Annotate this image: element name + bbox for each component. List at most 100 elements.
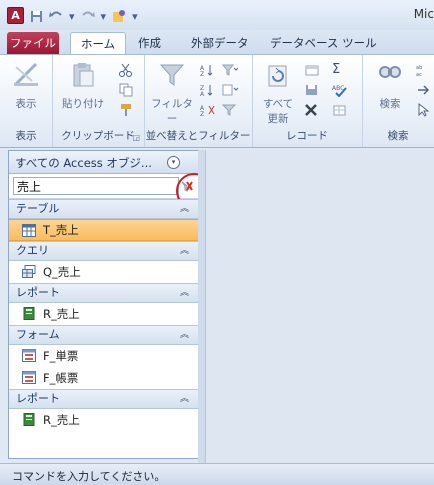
- find-button[interactable]: 検索: [370, 61, 410, 111]
- nav-item-query[interactable]: Q_売上: [9, 261, 199, 283]
- tab-database-tools[interactable]: データベース ツール: [260, 32, 387, 54]
- new-record-icon[interactable]: [304, 63, 320, 77]
- section-reports[interactable]: レポート ︽: [9, 283, 199, 303]
- section-reports-2[interactable]: レポート ︽: [9, 389, 199, 409]
- totals-icon[interactable]: Σ: [332, 63, 348, 77]
- quick-access-toolbar: ▾ ▾ ▾: [30, 9, 138, 23]
- report-icon: [23, 307, 35, 320]
- nav-item-report[interactable]: R_売上: [9, 409, 199, 431]
- tab-file[interactable]: ファイル: [7, 32, 59, 54]
- paste-icon: [73, 63, 94, 87]
- filter-button-label: フィルター: [151, 98, 193, 125]
- paste-button[interactable]: 貼り付け: [56, 61, 110, 111]
- section-forms[interactable]: フォーム ︽: [9, 325, 199, 345]
- goto-icon[interactable]: [416, 83, 432, 97]
- nav-item-form[interactable]: F_単票: [9, 345, 199, 367]
- replace-icon[interactable]: abac: [416, 63, 432, 77]
- ribbon-tabs: ファイル ホーム 作成 外部データ データベース ツール: [0, 30, 434, 55]
- nav-pane-title[interactable]: すべての Access オブジ...: [15, 155, 152, 171]
- refresh-all-label-1: すべて: [262, 98, 294, 110]
- refresh-all-button[interactable]: すべて 更新: [256, 61, 300, 126]
- records-small-buttons: [304, 63, 320, 117]
- nav-item-label: R_売上: [43, 307, 80, 321]
- filter-button[interactable]: フィルター: [148, 61, 196, 126]
- form-icon: [22, 371, 36, 384]
- status-text: コマンドを入力してください。: [12, 470, 166, 483]
- nav-item-label: T_売上: [43, 223, 79, 237]
- group-label-find: 検索: [387, 130, 409, 142]
- collapse-chevron-icon[interactable]: ︽: [180, 242, 189, 260]
- view-button[interactable]: 表示: [8, 61, 44, 111]
- tab-create[interactable]: 作成: [128, 32, 171, 54]
- filter-small-buttons: [222, 63, 238, 117]
- group-label-records: レコード: [286, 130, 328, 142]
- redo-icon[interactable]: [81, 10, 95, 22]
- access-app-icon[interactable]: A: [7, 7, 24, 24]
- form-icon: [22, 349, 36, 362]
- nav-item-label: Q_売上: [43, 265, 81, 279]
- svg-text:ab: ab: [416, 65, 422, 71]
- nav-item-report[interactable]: R_売上: [9, 303, 199, 325]
- group-label-view: 表示: [15, 130, 37, 142]
- nav-item-form[interactable]: F_帳票: [9, 367, 199, 389]
- tab-home[interactable]: ホーム: [70, 32, 127, 55]
- nav-search-input[interactable]: [13, 177, 179, 195]
- selection-filter-icon[interactable]: [222, 63, 238, 77]
- tab-external-data[interactable]: 外部データ: [181, 32, 259, 54]
- toggle-filter-icon[interactable]: [222, 103, 238, 117]
- save-record-icon[interactable]: [304, 83, 320, 97]
- nav-pane-header[interactable]: すべての Access オブジ... ▾ «: [9, 151, 215, 174]
- section-queries[interactable]: クエリ ︽: [9, 241, 199, 261]
- navigation-pane: すべての Access オブジ... ▾ « テーブル ︽ T_売上 クエリ ︽…: [8, 150, 215, 459]
- spelling-icon[interactable]: ABC: [332, 83, 348, 97]
- group-label-sort-filter: 並べ替えとフィルター: [145, 130, 251, 142]
- app-title: Mic: [413, 7, 434, 21]
- table-icon: [22, 224, 36, 237]
- sort-descending-icon[interactable]: ZA: [200, 83, 216, 97]
- refresh-all-icon: [268, 65, 287, 87]
- clear-sort-icon[interactable]: AZ: [200, 103, 216, 117]
- section-label: レポート: [16, 392, 60, 405]
- find-button-label: 検索: [379, 98, 401, 110]
- more-records-icon[interactable]: [332, 103, 348, 117]
- view-button-label: 表示: [15, 98, 37, 110]
- pane-splitter[interactable]: [198, 150, 205, 463]
- select-icon[interactable]: [416, 103, 432, 117]
- nav-item-label: R_売上: [43, 413, 80, 427]
- customize-qat-icon[interactable]: ▾: [132, 10, 138, 23]
- status-bar: コマンドを入力してください。: [0, 463, 434, 485]
- nav-item-table[interactable]: T_売上: [9, 219, 199, 241]
- svg-text:Z: Z: [200, 111, 204, 117]
- sort-small-buttons: AZ ZA AZ: [200, 63, 216, 117]
- section-label: フォーム: [16, 328, 60, 341]
- format-painter-icon[interactable]: [118, 103, 134, 117]
- svg-text:A: A: [200, 91, 205, 97]
- nav-search-bar: [9, 173, 212, 209]
- customize-icon[interactable]: [112, 9, 126, 23]
- redo-dropdown-icon[interactable]: ▾: [101, 10, 107, 23]
- advanced-filter-icon[interactable]: [222, 83, 238, 97]
- ribbon-group-records: すべて 更新 Σ ABC レコード: [252, 55, 363, 147]
- collapse-chevron-icon[interactable]: ︽: [180, 326, 189, 344]
- refresh-all-label-2: 更新: [267, 113, 289, 125]
- undo-icon[interactable]: [49, 10, 63, 22]
- ribbon-group-sort-filter: フィルター AZ ZA AZ 並べ替えとフィルター: [144, 55, 253, 147]
- collapse-chevron-icon[interactable]: ︽: [180, 390, 189, 408]
- collapse-chevron-icon[interactable]: ︽: [180, 200, 189, 218]
- copy-icon[interactable]: [118, 83, 134, 97]
- svg-text:ac: ac: [416, 72, 422, 77]
- clipboard-small-buttons: [118, 63, 134, 117]
- query-icon: [22, 265, 36, 278]
- nav-item-label: F_単票: [43, 349, 79, 363]
- delete-record-icon[interactable]: [304, 103, 320, 117]
- group-label-clipboard: クリップボード: [61, 130, 135, 142]
- clipboard-launcher-icon[interactable]: ◲: [132, 133, 140, 142]
- svg-text:Z: Z: [200, 71, 204, 77]
- undo-dropdown-icon[interactable]: ▾: [69, 10, 75, 23]
- save-icon[interactable]: [30, 10, 43, 23]
- cut-icon[interactable]: [118, 63, 134, 77]
- sort-ascending-icon[interactable]: AZ: [200, 63, 216, 77]
- section-tables[interactable]: テーブル ︽: [9, 199, 199, 219]
- nav-menu-dropdown-icon[interactable]: ▾: [167, 156, 180, 169]
- collapse-chevron-icon[interactable]: ︽: [180, 284, 189, 302]
